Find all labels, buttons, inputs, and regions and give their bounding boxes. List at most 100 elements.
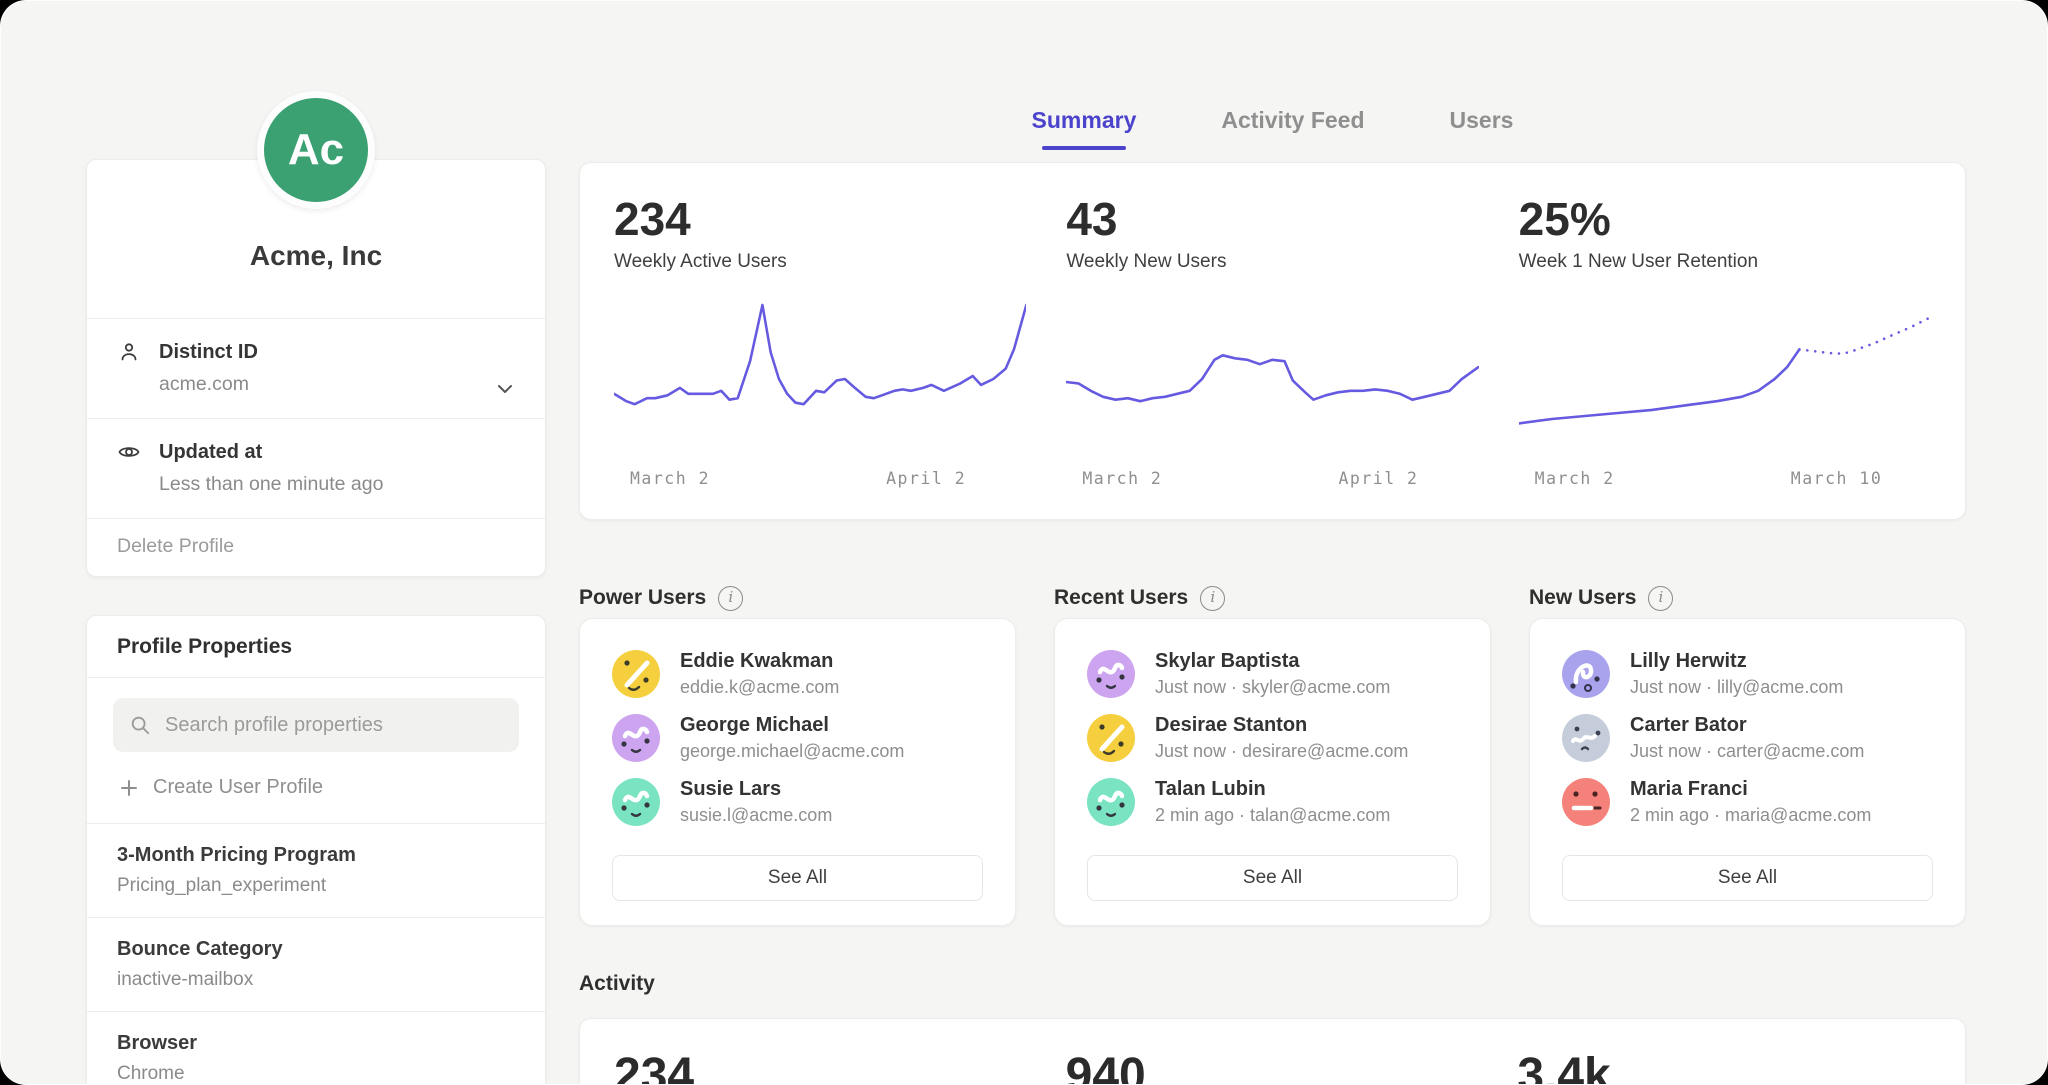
stat-chart-weekly-new-users: 43 Weekly New Users March 2 April 2 (1066, 193, 1478, 493)
trend-line-chart (614, 299, 1026, 459)
user-name: George Michael (680, 714, 904, 737)
property-row-bounce-category[interactable]: Bounce Category inactive-mailbox (87, 917, 545, 1011)
user-detail: eddie.k@acme.com (680, 677, 839, 698)
activity-section-title: Activity (579, 972, 1966, 996)
property-value: Pricing_plan_experiment (117, 875, 515, 897)
user-section-title: Recent Users (1054, 586, 1188, 610)
x-tick-end: March 10 (1791, 469, 1882, 488)
user-detail: susie.l@acme.com (680, 805, 832, 826)
x-tick-start: March 2 (1535, 469, 1615, 488)
avatar-squiggle-face-icon (612, 778, 660, 826)
profile-field-value: acme.com (159, 373, 515, 396)
x-axis-ticks: March 2 April 2 (614, 469, 1026, 493)
x-tick-start: March 2 (1082, 469, 1162, 488)
property-row-3-month-pricing-program[interactable]: 3-Month Pricing Program Pricing_plan_exp… (87, 823, 545, 917)
profile-sidebar: Ac Acme, Inc Distinct ID acme.com Update… (86, 1, 546, 1085)
activity-stat-value: 234 (614, 1049, 1028, 1085)
user-list-item[interactable]: Carter Bator Just now · carter@acme.com (1562, 707, 1933, 769)
info-icon[interactable]: i (1648, 586, 1673, 611)
avatar-deadpan-face-icon (1562, 778, 1610, 826)
user-name: Eddie Kwakman (680, 650, 839, 673)
main-content: Summary Activity Feed Users 234 Weekly Act… (579, 1, 1966, 1085)
plus-icon (119, 778, 139, 798)
see-all-button[interactable]: See All (612, 855, 983, 901)
profile-properties-controls: Create User Profile (87, 677, 545, 823)
avatar-wink-face-icon (612, 650, 660, 698)
activity-stats-card: 234 940 3.4k (579, 1018, 1966, 1085)
property-value: inactive-mailbox (117, 969, 515, 991)
user-name: Desirae Stanton (1155, 714, 1408, 737)
activity-stat-value: 940 (1066, 1049, 1480, 1085)
x-tick-start: March 2 (630, 469, 710, 488)
tab-activity-feed[interactable]: Activity Feed (1221, 107, 1364, 150)
person-icon (117, 340, 141, 364)
user-list-item[interactable]: Maria Franci 2 min ago · maria@acme.com (1562, 771, 1933, 833)
user-section-recent-users: Recent Users i Skylar Baptista Just now … (1054, 578, 1491, 926)
user-name: Skylar Baptista (1155, 650, 1390, 673)
profile-property-list: 3-Month Pricing Program Pricing_plan_exp… (87, 823, 545, 1085)
user-name: Lilly Herwitz (1630, 650, 1843, 673)
property-label: Browser (117, 1032, 515, 1055)
user-list-item[interactable]: Talan Lubin 2 min ago · talan@acme.com (1087, 771, 1458, 833)
user-section-title: Power Users (579, 586, 706, 610)
user-name: Susie Lars (680, 778, 832, 801)
profile-dashboard-window: Ac Acme, Inc Distinct ID acme.com Update… (0, 0, 2048, 1085)
user-detail: Just now · carter@acme.com (1630, 741, 1864, 762)
search-icon (129, 714, 151, 736)
tab-summary[interactable]: Summary (1032, 107, 1137, 150)
user-section-title: New Users (1529, 586, 1636, 610)
user-list-card: Lilly Herwitz Just now · lilly@acme.com … (1529, 618, 1966, 926)
info-icon[interactable]: i (718, 586, 743, 611)
user-list-item[interactable]: Skylar Baptista Just now · skyler@acme.c… (1087, 643, 1458, 705)
profile-field-value: Less than one minute ago (159, 473, 515, 496)
user-name: Talan Lubin (1155, 778, 1390, 801)
user-list-item[interactable]: George Michael george.michael@acme.com (612, 707, 983, 769)
user-name: Maria Franci (1630, 778, 1871, 801)
user-detail: 2 min ago · talan@acme.com (1155, 805, 1390, 826)
search-input[interactable] (163, 713, 503, 738)
stat-value: 234 (614, 193, 1026, 245)
summary-stats-card: 234 Weekly Active Users March 2 April 2 … (579, 162, 1966, 520)
user-list-item[interactable]: Desirae Stanton Just now · desirare@acme… (1087, 707, 1458, 769)
property-label: Bounce Category (117, 938, 515, 961)
trend-line-chart (1519, 299, 1931, 459)
delete-profile-button[interactable]: Delete Profile (87, 518, 545, 576)
tab-users[interactable]: Users (1450, 107, 1514, 150)
stat-label: Weekly Active Users (614, 251, 1026, 273)
x-axis-ticks: March 2 April 2 (1066, 469, 1478, 493)
user-list-item[interactable]: Eddie Kwakman eddie.k@acme.com (612, 643, 983, 705)
user-detail: 2 min ago · maria@acme.com (1630, 805, 1871, 826)
x-tick-end: April 2 (886, 469, 966, 488)
user-section-new-users: New Users i Lilly Herwitz Just now · lil… (1529, 578, 1966, 926)
user-name: Carter Bator (1630, 714, 1864, 737)
profile-properties-card: Profile Properties Create User Profile 3… (86, 615, 546, 1085)
stat-value: 43 (1066, 193, 1478, 245)
property-value: Chrome (117, 1063, 515, 1085)
see-all-button[interactable]: See All (1562, 855, 1933, 901)
avatar-squiggle-face-icon (612, 714, 660, 762)
tab-bar: Summary Activity Feed Users (579, 107, 1966, 150)
activity-stat-value: 3.4k (1517, 1049, 1931, 1085)
profile-properties-title: Profile Properties (87, 616, 545, 677)
user-list-item[interactable]: Lilly Herwitz Just now · lilly@acme.com (1562, 643, 1933, 705)
company-avatar-initials: Ac (288, 125, 344, 175)
x-tick-end: April 2 (1338, 469, 1418, 488)
see-all-button[interactable]: See All (1087, 855, 1458, 901)
stat-chart-week-1-new-user-retention: 25% Week 1 New User Retention March 2 Ma… (1519, 193, 1931, 493)
trend-line-chart (1066, 299, 1478, 459)
user-detail: Just now · lilly@acme.com (1630, 677, 1843, 698)
chevron-down-icon[interactable] (493, 377, 517, 401)
avatar-squiggle-face-icon (1087, 778, 1135, 826)
profile-card: Ac Acme, Inc Distinct ID acme.com Update… (86, 159, 546, 577)
user-detail: Just now · skyler@acme.com (1155, 677, 1390, 698)
profile-field-label: Updated at (159, 441, 262, 464)
property-row-browser[interactable]: Browser Chrome (87, 1011, 545, 1085)
user-list-item[interactable]: Susie Lars susie.l@acme.com (612, 771, 983, 833)
user-detail: Just now · desirare@acme.com (1155, 741, 1408, 762)
profile-field-label: Distinct ID (159, 341, 258, 364)
info-icon[interactable]: i (1200, 586, 1225, 611)
create-user-profile-button[interactable]: Create User Profile (119, 776, 513, 799)
stat-label: Weekly New Users (1066, 251, 1478, 273)
profile-fields: Distinct ID acme.com Updated at Less tha… (87, 318, 545, 518)
profile-properties-search[interactable] (113, 698, 519, 752)
